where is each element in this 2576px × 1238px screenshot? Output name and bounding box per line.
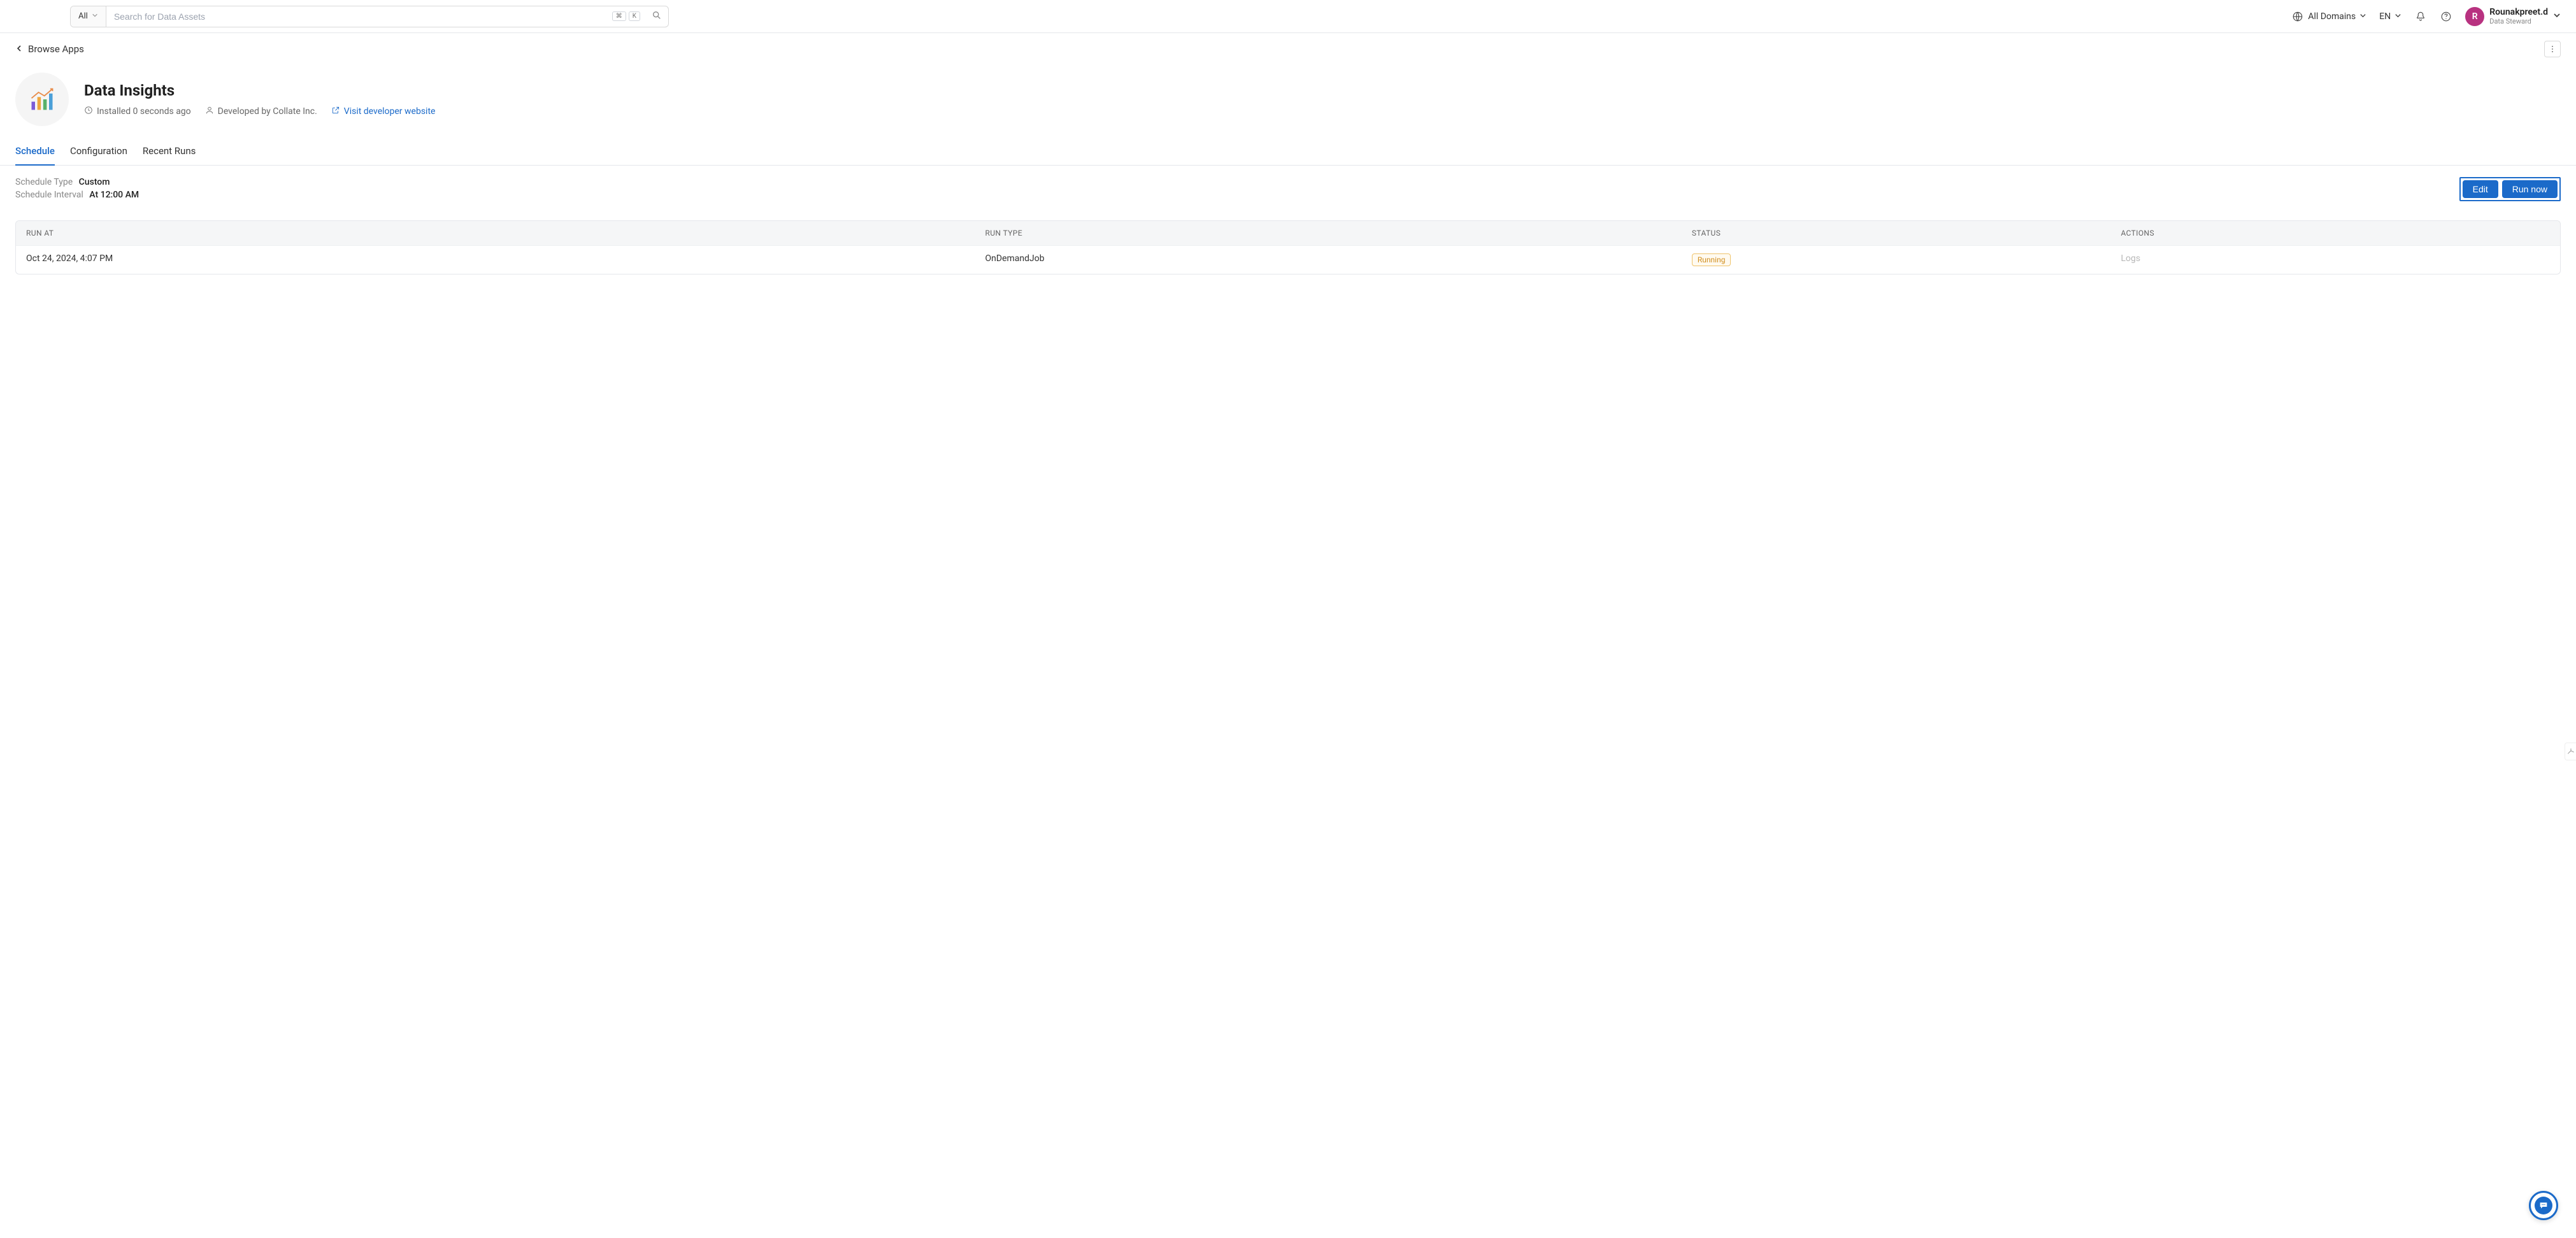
search-bar: All ⌘ K — [70, 6, 669, 27]
app-header: Data Insights Installed 0 seconds ago De… — [0, 62, 2576, 139]
more-menu-button[interactable] — [2544, 41, 2561, 57]
search-input[interactable] — [106, 6, 612, 27]
content: Schedule Type Custom Schedule Interval A… — [0, 166, 2576, 286]
app-meta-row: Installed 0 seconds ago Developed by Col… — [84, 106, 435, 117]
clock-icon — [84, 106, 93, 117]
schedule-actions: Edit Run now — [2459, 177, 2561, 201]
header-status: STATUS — [1692, 229, 2121, 238]
user-role: Data Steward — [2489, 17, 2548, 25]
language-label: EN — [2379, 11, 2391, 22]
chevron-down-icon — [2394, 11, 2401, 22]
search-icon[interactable] — [645, 10, 668, 23]
chevron-left-icon — [15, 43, 23, 55]
table-row: Oct 24, 2024, 4:07 PM OnDemandJob Runnin… — [16, 245, 2560, 274]
globe-icon — [2291, 10, 2304, 23]
installed-text: Installed 0 seconds ago — [97, 106, 191, 117]
search-filter-dropdown[interactable]: All — [71, 6, 106, 27]
tabs: Schedule Configuration Recent Runs — [0, 139, 2576, 166]
chat-icon — [2535, 1197, 2552, 1214]
header-actions: ACTIONS — [2121, 229, 2550, 238]
app-title: Data Insights — [84, 82, 435, 99]
domain-selector[interactable]: All Domains — [2291, 10, 2366, 23]
search-shortcut: ⌘ K — [612, 11, 640, 21]
user-menu[interactable]: R Rounakpreet.d Data Steward — [2465, 7, 2561, 26]
edit-button[interactable]: Edit — [2463, 180, 2498, 198]
chevron-down-icon — [92, 11, 98, 21]
status-badge: Running — [1692, 253, 1731, 266]
header-run-at: RUN AT — [26, 229, 985, 238]
schedule-type-value: Custom — [79, 177, 110, 187]
back-label: Browse Apps — [28, 43, 84, 55]
logs-link[interactable]: Logs — [2121, 253, 2550, 266]
tab-schedule[interactable]: Schedule — [15, 139, 55, 166]
header-run-type: RUN TYPE — [985, 229, 1692, 238]
cell-status: Running — [1692, 253, 2121, 266]
schedule-interval-line: Schedule Interval At 12:00 AM — [15, 190, 139, 200]
avatar-initial: R — [2472, 11, 2478, 22]
table-header: RUN AT RUN TYPE STATUS ACTIONS — [16, 221, 2560, 245]
user-text: Rounakpreet.d Data Steward — [2489, 7, 2548, 26]
schedule-type-label: Schedule Type — [15, 177, 73, 187]
search-filter-label: All — [78, 11, 88, 21]
developer-meta: Developed by Collate Inc. — [205, 106, 317, 117]
schedule-info: Schedule Type Custom Schedule Interval A… — [15, 177, 139, 200]
app-icon — [15, 73, 69, 126]
schedule-interval-value: At 12:00 AM — [89, 190, 139, 200]
cell-run-type: OnDemandJob — [985, 253, 1692, 266]
schedule-type-line: Schedule Type Custom — [15, 177, 139, 187]
runs-table: RUN AT RUN TYPE STATUS ACTIONS Oct 24, 2… — [15, 220, 2561, 274]
topbar: All ⌘ K All Domains EN — [0, 0, 2576, 33]
help-icon[interactable] — [2440, 10, 2452, 23]
avatar: R — [2465, 7, 2484, 26]
run-now-button[interactable]: Run now — [2502, 180, 2558, 198]
back-row: Browse Apps — [0, 33, 2576, 62]
kbd-k: K — [629, 11, 640, 21]
tab-recent-runs[interactable]: Recent Runs — [143, 139, 196, 166]
external-link-icon — [331, 106, 340, 117]
chevron-down-icon — [2553, 11, 2561, 22]
side-handle[interactable] — [2565, 743, 2576, 760]
website-meta[interactable]: Visit developer website — [331, 106, 436, 117]
schedule-row: Schedule Type Custom Schedule Interval A… — [15, 177, 2561, 201]
developer-text: Developed by Collate Inc. — [218, 106, 317, 117]
app-info: Data Insights Installed 0 seconds ago De… — [84, 82, 435, 117]
person-icon — [205, 106, 214, 117]
user-name: Rounakpreet.d — [2489, 7, 2548, 18]
language-selector[interactable]: EN — [2379, 11, 2401, 22]
chat-fab[interactable] — [2529, 1191, 2558, 1220]
cell-run-at: Oct 24, 2024, 4:07 PM — [26, 253, 985, 266]
schedule-interval-label: Schedule Interval — [15, 190, 83, 200]
website-link: Visit developer website — [344, 106, 436, 117]
installed-meta: Installed 0 seconds ago — [84, 106, 191, 117]
back-link[interactable]: Browse Apps — [15, 43, 84, 55]
kbd-cmd: ⌘ — [612, 11, 626, 21]
domain-label: All Domains — [2308, 11, 2356, 22]
bell-icon[interactable] — [2414, 10, 2427, 23]
tab-configuration[interactable]: Configuration — [70, 139, 127, 166]
chevron-down-icon — [2359, 11, 2366, 22]
